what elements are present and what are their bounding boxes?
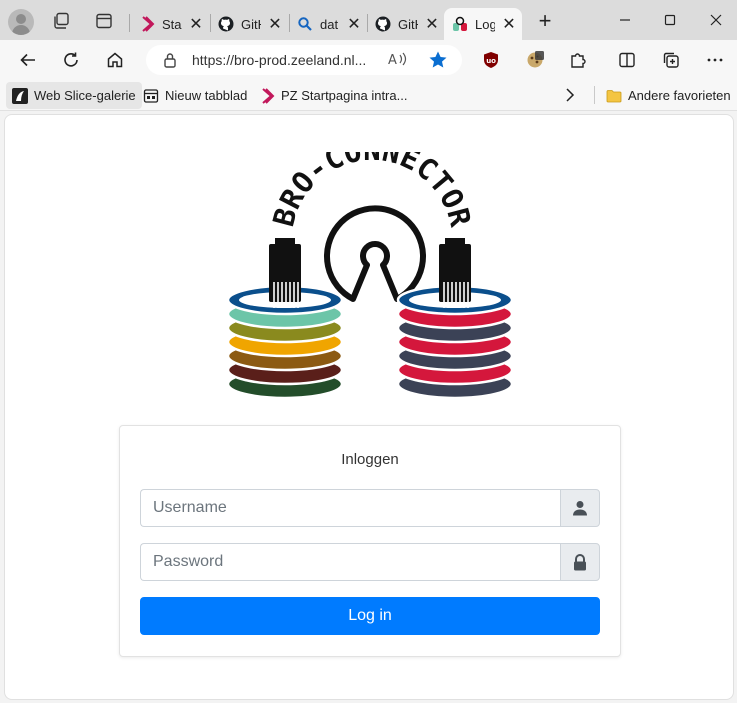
other-favorites-label: Andere favorieten [628, 88, 731, 103]
keyhole-icon [324, 205, 426, 302]
user-icon [560, 489, 600, 527]
new-tab-page-icon [143, 88, 159, 104]
bro-connector-logo: BRO-CONNECTOR [220, 133, 520, 414]
github-icon [375, 16, 391, 32]
close-icon[interactable]: ✕ [189, 14, 203, 34]
bro-connector-icon [452, 16, 468, 32]
favorites-bar: Web Slice-galerie Nieuw tabblad PZ Start… [0, 80, 737, 111]
svg-text:A: A [388, 53, 397, 67]
favorite-web-slice[interactable]: Web Slice-galerie [6, 82, 142, 109]
github-icon [218, 16, 234, 32]
maximize-icon[interactable] [655, 9, 685, 31]
password-group [140, 543, 600, 581]
tab-github-2[interactable]: GitH ✕ [367, 8, 445, 40]
chevron-right-icon[interactable] [562, 86, 578, 109]
tab-star[interactable]: Star ✕ [131, 8, 209, 40]
profile-avatar[interactable] [8, 9, 34, 35]
close-icon[interactable]: ✕ [347, 14, 361, 34]
favorite-label: Web Slice-galerie [34, 88, 136, 103]
tab-label: GitH [241, 16, 261, 32]
lock-icon [560, 543, 600, 581]
address-url[interactable]: https://bro-prod.zeeland.nl... [192, 52, 366, 68]
favorite-label: PZ Startpagina intra... [281, 88, 408, 103]
split-screen-icon[interactable] [616, 49, 638, 71]
username-input[interactable] [140, 489, 560, 527]
more-menu-icon[interactable] [704, 49, 726, 71]
tab-dat[interactable]: dat ✕ [289, 8, 367, 40]
tab-github-1[interactable]: GitH ✕ [210, 8, 288, 40]
ublock-icon[interactable]: uo [480, 49, 502, 71]
close-icon[interactable]: ✕ [425, 14, 439, 34]
cookie-extension-icon[interactable] [524, 49, 546, 71]
collections-icon[interactable] [660, 49, 682, 71]
favorite-label: Nieuw tabblad [165, 88, 248, 103]
username-group [140, 489, 600, 527]
back-arrow-icon[interactable] [17, 49, 39, 71]
refresh-icon[interactable] [60, 49, 82, 71]
tab-strip: Star ✕ GitH ✕ dat ✕ GitH ✕ Log ✕ + [0, 0, 737, 42]
favorite-pz-startpagina[interactable]: PZ Startpagina intra... [253, 82, 413, 109]
password-input[interactable] [140, 543, 560, 581]
extensions-puzzle-icon[interactable] [567, 49, 589, 71]
tab-label: GitH [398, 16, 418, 32]
browser-toolbar: https://bro-prod.zeeland.nl... A uo [0, 40, 737, 80]
close-icon[interactable]: ✕ [502, 14, 516, 34]
favorite-star-icon[interactable] [428, 50, 448, 75]
tab-label: Log [475, 16, 495, 32]
login-title: Inloggen [341, 451, 399, 468]
lock-icon[interactable] [163, 52, 177, 73]
tab-actions-icon[interactable] [93, 10, 115, 32]
read-aloud-icon[interactable]: A [388, 51, 408, 70]
tab-label: dat [320, 16, 339, 32]
tab-login-active[interactable]: Log ✕ [444, 8, 522, 40]
search-icon [297, 16, 313, 32]
tab-label: Star [162, 16, 182, 32]
new-tab-button[interactable]: + [534, 10, 556, 32]
home-icon[interactable] [104, 49, 126, 71]
window-close-icon[interactable] [701, 9, 731, 31]
pz-logo-icon [259, 87, 275, 104]
close-icon[interactable]: ✕ [268, 14, 282, 34]
minimize-icon[interactable] [610, 9, 640, 31]
web-slice-icon [12, 87, 28, 104]
other-favorites[interactable]: Andere favorieten [600, 82, 737, 109]
workspaces-icon[interactable] [50, 10, 72, 32]
pz-logo-icon [139, 16, 155, 32]
login-card: Inloggen Log in [119, 425, 621, 657]
folder-icon [606, 88, 622, 104]
svg-text:uo: uo [486, 57, 496, 65]
login-button[interactable]: Log in [140, 597, 600, 635]
favorite-new-tab[interactable]: Nieuw tabblad [137, 82, 253, 109]
address-bar[interactable]: https://bro-prod.zeeland.nl... A [146, 45, 462, 75]
